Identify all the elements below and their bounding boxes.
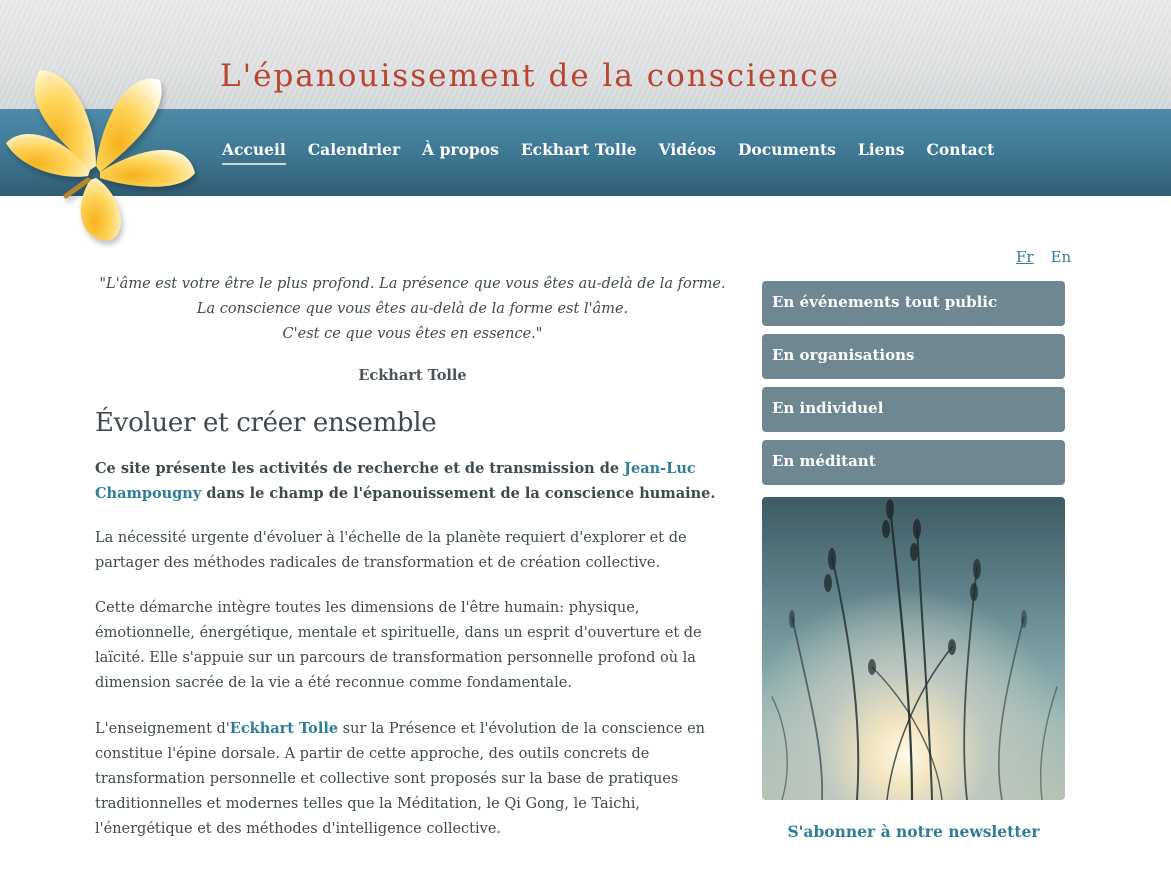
section-title: Évoluer et créer ensemble: [95, 408, 437, 438]
sidebar-button-meditant[interactable]: En méditant: [762, 440, 1065, 485]
grass-sunset-photo: [762, 497, 1065, 800]
main-nav: Accueil Calendrier À propos Eckhart Toll…: [222, 140, 1016, 165]
nav-accueil[interactable]: Accueil: [222, 140, 286, 165]
nav-a-propos[interactable]: À propos: [422, 140, 499, 165]
frangipani-flower-icon[interactable]: [0, 58, 200, 248]
lead-paragraph: Ce site présente les activités de recher…: [95, 456, 730, 506]
sidebar: En événements tout public En organisatio…: [762, 281, 1065, 841]
lead-text: dans le champ de l'épanouissement de la …: [201, 485, 716, 502]
eckhart-tolle-link[interactable]: Eckhart Tolle: [230, 720, 338, 737]
lang-en-link[interactable]: En: [1051, 248, 1072, 266]
sidebar-button-organisations[interactable]: En organisations: [762, 334, 1065, 379]
paragraph-text: sur la Présence et l'évolution de la con…: [95, 721, 706, 837]
language-switch: Fr En: [1016, 248, 1071, 266]
nav-calendrier[interactable]: Calendrier: [308, 140, 400, 165]
sidebar-button-evenements[interactable]: En événements tout public: [762, 281, 1065, 326]
main-content: "L'âme est votre être le plus profond. L…: [95, 272, 730, 862]
quote-line: "L'âme est votre être le plus profond. L…: [99, 276, 726, 292]
nav-liens[interactable]: Liens: [858, 140, 905, 165]
site-title[interactable]: L'épanouissement de la conscience: [220, 58, 840, 94]
newsletter-link[interactable]: S'abonner à notre newsletter: [762, 822, 1065, 841]
paragraph: L'enseignement d'Eckhart Tolle sur la Pr…: [95, 716, 730, 842]
lead-text: Ce site présente les activités de recher…: [95, 460, 625, 477]
paragraph: La nécessité urgente d'évoluer à l'échel…: [95, 530, 687, 571]
nav-contact[interactable]: Contact: [927, 140, 995, 165]
quote: "L'âme est votre être le plus profond. L…: [95, 272, 730, 347]
quote-author: Eckhart Tolle: [358, 367, 467, 384]
paragraph-text: L'enseignement d': [95, 721, 230, 737]
nav-videos[interactable]: Vidéos: [659, 140, 716, 165]
sidebar-button-individuel[interactable]: En individuel: [762, 387, 1065, 432]
nav-eckhart-tolle[interactable]: Eckhart Tolle: [521, 140, 637, 165]
paragraph: Cette démarche intègre toutes les dimens…: [95, 600, 702, 691]
nav-documents[interactable]: Documents: [738, 140, 836, 165]
lang-fr-link[interactable]: Fr: [1016, 248, 1034, 266]
quote-line: La conscience que vous êtes au-delà de l…: [196, 301, 629, 317]
quote-line: C'est ce que vous êtes en essence.": [282, 326, 543, 342]
